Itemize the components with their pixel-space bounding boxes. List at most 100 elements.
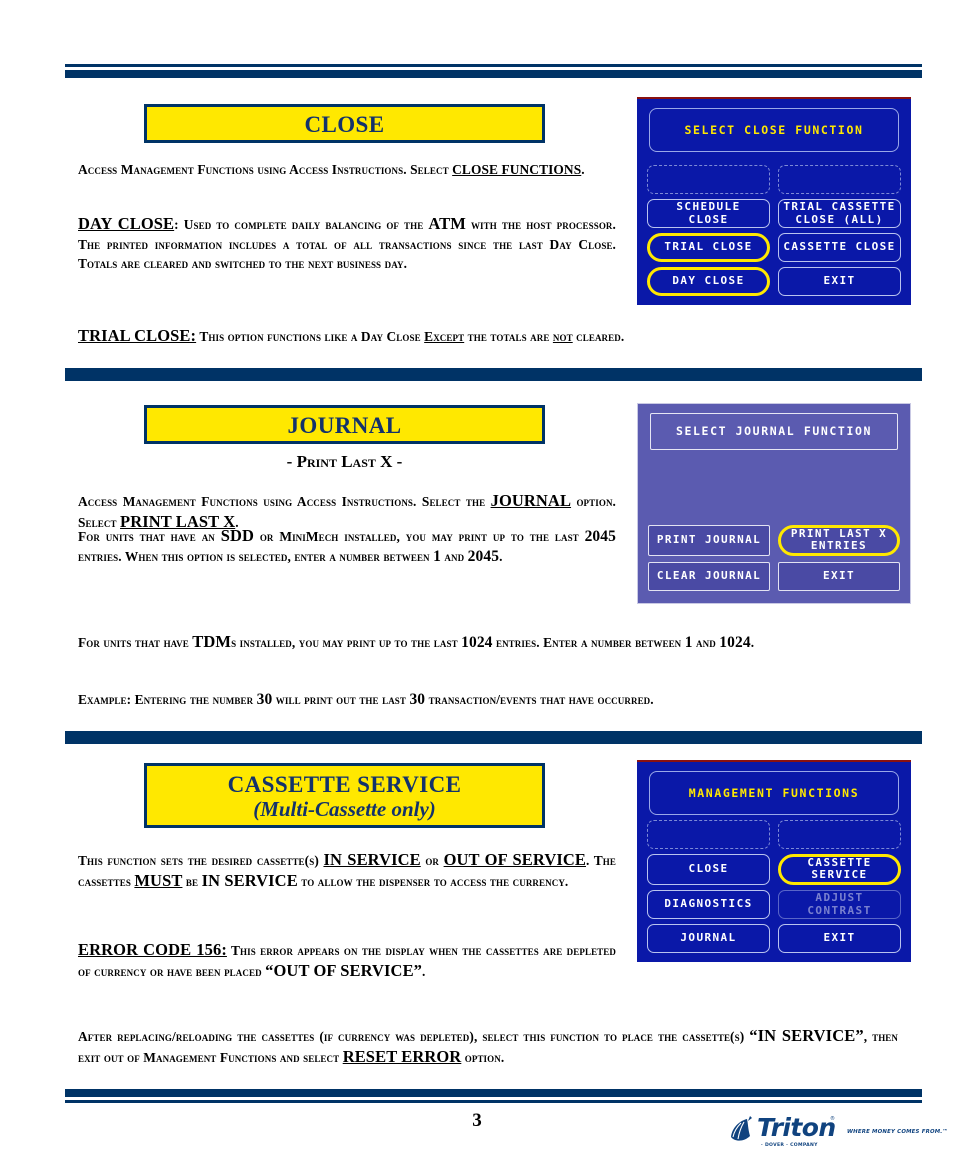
atm-button-schedule-close[interactable]: SCHEDULE CLOSE: [647, 199, 770, 228]
atm-button-blank-2: [648, 490, 770, 519]
text-run: 30: [409, 691, 426, 708]
atm-button-adjust-contrast[interactable]: ADJUST CONTRAST: [778, 890, 901, 919]
text-run: : Used to complete daily balancing of th…: [174, 217, 429, 232]
journal-subtitle: - Print Last X -: [286, 452, 403, 471]
text-run: s installed, you may print up to the las…: [231, 635, 462, 650]
text-run: or: [420, 853, 444, 868]
text-run: DAY CLOSE: [78, 214, 175, 233]
atm-button-exit[interactable]: EXIT: [778, 924, 901, 953]
text-run: OUT OF SERVICE: [443, 850, 586, 869]
atm-button-exit[interactable]: EXIT: [778, 562, 900, 591]
text-run: 2045: [467, 547, 500, 565]
atm-button-exit[interactable]: EXIT: [778, 267, 901, 296]
text-run: entries. When this option is selected, e…: [78, 548, 434, 564]
banner-subtitle: (Multi-Cassette only): [253, 796, 436, 821]
atm-button-trial-cassette-close-all[interactable]: TRIAL CASSETTE CLOSE (ALL): [778, 199, 901, 228]
text-run: and: [692, 635, 720, 650]
atm-button-clear-journal[interactable]: CLEAR JOURNAL: [648, 562, 770, 591]
registered-mark: ®: [830, 1116, 835, 1122]
atm-button-blank-1: [778, 819, 901, 849]
text-run: 1: [433, 547, 441, 565]
text-run: 1024: [719, 634, 751, 651]
atm-button-print-journal[interactable]: PRINT JOURNAL: [648, 524, 770, 556]
atm-button-cassette-close[interactable]: CASSETTE CLOSE: [778, 233, 901, 262]
page-bottom-rule: [65, 1089, 922, 1103]
triton-tagline: WHERE MONEY COMES FROM.™: [847, 1129, 949, 1135]
text-run: This function sets the desired cassette(…: [78, 853, 324, 868]
text-run: CLOSE FUNCTIONS: [452, 162, 582, 177]
section-divider-2: [65, 731, 922, 744]
text-run: For units that have an: [78, 529, 221, 544]
banner-title: CLOSE: [304, 112, 385, 137]
text-run: .: [581, 162, 585, 177]
atm-button-grid: SCHEDULE CLOSE TRIAL CASSETTE CLOSE (ALL) TR…: [637, 152, 911, 305]
atm-button-day-close[interactable]: DAY CLOSE: [647, 267, 770, 296]
page-top-rule: [65, 64, 922, 78]
text-run: TDM: [192, 632, 232, 651]
atm-screen-title: SELECT CLOSE FUNCTION: [649, 108, 899, 152]
text-run: be: [182, 873, 202, 889]
atm-screen-close: SELECT CLOSE FUNCTION SCHEDULE CLOSE TRIAL…: [637, 97, 911, 305]
atm-button-grid: CLOSE CASSETTE SERVICE DIAGNOSTICS ADJUST CON…: [637, 815, 911, 962]
text-run: Access Management Functions using Access…: [78, 494, 491, 509]
atm-button-blank-1: [778, 165, 901, 194]
text-run: 30: [256, 691, 273, 708]
banner-title: JOURNAL: [287, 413, 402, 438]
atm-button-blank-1: [778, 455, 900, 484]
atm-button-cassette-service[interactable]: CASSETTE SERVICE: [778, 853, 901, 885]
text-run: After replacing/reloading the cassettes …: [78, 1029, 750, 1044]
text-run: the totals are: [464, 329, 553, 344]
rule-thin: [65, 1100, 922, 1103]
text-run: and: [440, 548, 468, 564]
text-run: For units that have: [78, 635, 193, 650]
paragraph-journal-example: Example: Entering the number 30 will pri…: [78, 690, 898, 710]
text-run: will print out the last: [272, 692, 410, 707]
text-run: 1: [684, 634, 693, 651]
atm-button-blank-3: [778, 490, 900, 519]
section-banner-journal: JOURNAL: [144, 405, 545, 444]
text-run: ATM: [428, 214, 466, 233]
text-run: SDD: [220, 526, 255, 545]
text-run: IN SERVICE: [323, 850, 421, 869]
paragraph-cassette-intro: This function sets the desired cassette(…: [78, 850, 616, 891]
triton-logo: Triton ® WHERE MONEY COMES FROM.™ · DOVE…: [729, 1113, 948, 1153]
text-run: not: [552, 329, 573, 344]
rule-thick: [65, 1089, 922, 1097]
atm-button-blank-0: [647, 165, 770, 194]
text-run: 1024: [461, 634, 493, 651]
paragraph-close-day: DAY CLOSE: Used to complete daily balanc…: [78, 214, 616, 274]
paragraph-close-trial: TRIAL CLOSE: This option functions like …: [78, 326, 868, 347]
atm-screen-management-functions: MANAGEMENT FUNCTIONS CLOSE CASSETTE SERVIC…: [637, 760, 911, 962]
text-run: This option functions like a Day Close: [196, 329, 425, 344]
text-run: “OUT OF SERVICE”: [265, 960, 423, 980]
text-run: ERROR CODE 156:: [78, 940, 227, 959]
atm-button-print-last-x-entries[interactable]: PRINT LAST X ENTRIES: [778, 524, 900, 556]
paragraph-journal-sdd: For units that have an SDD or MiniMech i…: [78, 526, 616, 566]
text-run: cleared.: [572, 329, 625, 344]
atm-button-blank-0: [648, 455, 770, 484]
paragraph-cassette-error: ERROR CODE 156: This error appears on th…: [78, 940, 616, 981]
text-run: .: [750, 635, 755, 650]
text-run: TRIAL CLOSE:: [78, 326, 197, 345]
paragraph-close-intro: Access Management Functions using Access…: [78, 160, 616, 180]
paragraph-journal-tdm: For units that have TDMs installed, you …: [78, 632, 868, 653]
text-run: RESET ERROR: [342, 1046, 462, 1066]
section-banner-close: CLOSE: [144, 104, 545, 143]
text-run: option.: [461, 1049, 505, 1065]
text-run: IN SERVICE: [201, 870, 298, 890]
atm-screen-title: MANAGEMENT FUNCTIONS: [649, 771, 899, 815]
text-run: Example: Entering the number: [78, 692, 257, 707]
triton-shell-icon: [731, 1116, 752, 1141]
atm-button-trial-close[interactable]: TRIAL CLOSE: [647, 233, 770, 262]
text-run: “IN SERVICE”: [749, 1026, 864, 1045]
atm-screen-journal: SELECT JOURNAL FUNCTION PRINT JOURNAL PRI…: [637, 403, 911, 604]
text-run: JOURNAL: [490, 491, 572, 510]
atm-button-grid: PRINT JOURNAL PRINT LAST X ENTRIES CLEAR JO…: [638, 450, 910, 603]
atm-button-journal[interactable]: JOURNAL: [647, 924, 770, 953]
section-banner-cassette: CASSETTE SERVICE (Multi-Cassette only): [144, 763, 545, 828]
atm-button-close[interactable]: CLOSE: [647, 853, 770, 885]
atm-button-diagnostics[interactable]: DIAGNOSTICS: [647, 890, 770, 919]
paragraph-cassette-after: After replacing/reloading the cassettes …: [78, 1026, 898, 1067]
text-run: 2045: [584, 528, 616, 545]
text-run: Access Management Functions using Access…: [78, 162, 453, 177]
